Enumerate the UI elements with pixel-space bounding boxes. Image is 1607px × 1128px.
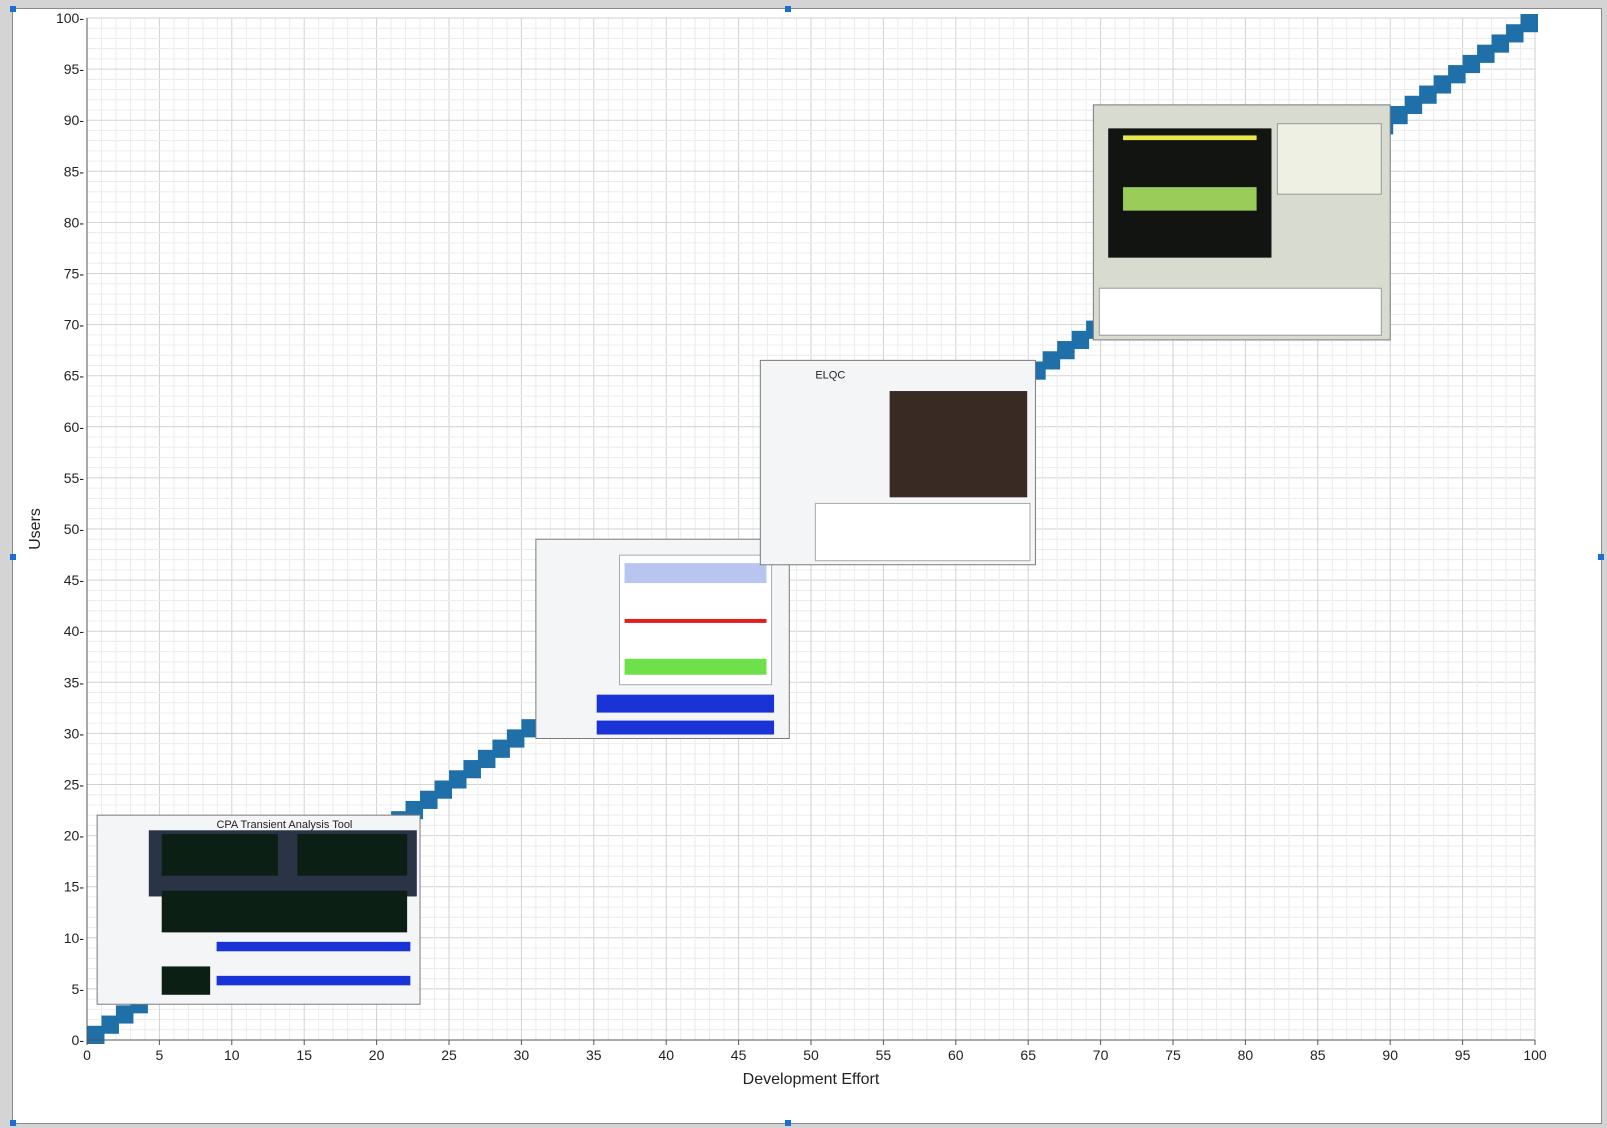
screenshot-plot: [161, 890, 408, 933]
x-tick-label: 100: [1523, 1047, 1547, 1063]
screenshot-plot: [161, 834, 278, 876]
x-tick-label: 10: [224, 1047, 240, 1063]
screenshot-title: ELQC: [815, 369, 845, 381]
y-tick-label: 75-: [64, 266, 85, 282]
screenshot-trace-green: [1123, 187, 1257, 211]
x-tick-label: 60: [948, 1047, 964, 1063]
x-tick-label: 35: [586, 1047, 602, 1063]
y-tick-label: 10-: [64, 930, 85, 946]
y-tick-label: 70-: [64, 317, 85, 333]
embedded-screenshot: CPA Transient Analysis Tool: [96, 814, 421, 1005]
x-tick-label: 90: [1382, 1047, 1398, 1063]
x-tick-label: 15: [296, 1047, 312, 1063]
y-tick-label: 80-: [64, 214, 85, 230]
screenshot-table-header: [216, 975, 411, 986]
x-tick-label: 70: [1093, 1047, 1109, 1063]
x-axis-title: Development Effort: [743, 1071, 880, 1088]
y-tick-label: 95-: [64, 61, 85, 77]
y-tick-label: 50-: [64, 521, 85, 537]
screenshot-title: CPA Transient Analysis Tool: [216, 819, 352, 831]
y-tick-label: 35-: [64, 674, 85, 690]
y-tick-label: 45-: [64, 572, 85, 588]
x-tick-label: 45: [731, 1047, 747, 1063]
x-tick-label: 20: [369, 1047, 385, 1063]
x-tick-label: 65: [1020, 1047, 1036, 1063]
x-tick-label: 25: [441, 1047, 457, 1063]
screenshot-table-header: [216, 941, 411, 952]
x-tick-label: 50: [803, 1047, 819, 1063]
screenshot-trace-yellow: [1123, 135, 1257, 141]
screenshot-table: [596, 694, 775, 713]
x-tick-label: 85: [1310, 1047, 1326, 1063]
screenshot-plot: [297, 834, 408, 876]
x-tick-label: 30: [514, 1047, 530, 1063]
series-step: [1520, 14, 1538, 33]
chart: CPA Transient Analysis Tool ELQC 0 5 10 15 20…: [27, 10, 1547, 1088]
y-tick-label: 5-: [72, 981, 85, 997]
y-tick-label: 25-: [64, 777, 85, 793]
y-tick-label: 55-: [64, 470, 85, 486]
screenshot-trace-blue: [624, 563, 767, 584]
x-tick-label: 80: [1238, 1047, 1254, 1063]
y-tick-label: 20-: [64, 828, 85, 844]
y-tick-label: 65-: [64, 368, 85, 384]
screenshot-table: [1098, 287, 1382, 336]
screenshot-plot: [161, 966, 211, 995]
y-tick-label: 100-: [56, 10, 84, 26]
embedded-screenshot: ELQC: [759, 359, 1036, 566]
screenshot-trace-green: [624, 658, 767, 675]
y-tick-label: 60-: [64, 419, 85, 435]
x-tick-label: 95: [1455, 1047, 1471, 1063]
y-tick-label: 90-: [64, 112, 85, 128]
embedded-screenshot: [535, 538, 790, 740]
screenshot-photo: [889, 391, 1028, 498]
embedded-screenshot: [1092, 104, 1391, 341]
x-tick-label: 0: [83, 1047, 91, 1063]
y-axis-title: Users: [27, 508, 44, 550]
y-tick-label: 40-: [64, 623, 85, 639]
y-tick-label: 30-: [64, 725, 85, 741]
screenshot-log: [814, 502, 1031, 562]
x-tick-label: 5: [156, 1047, 164, 1063]
x-tick-label: 55: [876, 1047, 892, 1063]
x-tick-label: 40: [658, 1047, 674, 1063]
screenshot-list: [1276, 123, 1382, 195]
screenshot-table: [596, 720, 775, 735]
x-tick-label: 75: [1165, 1047, 1181, 1063]
y-tick-label: 15-: [64, 879, 85, 895]
y-tick-label: 85-: [64, 163, 85, 179]
y-tick-label: 0-: [72, 1032, 85, 1048]
screenshot-trace-red: [624, 618, 767, 623]
